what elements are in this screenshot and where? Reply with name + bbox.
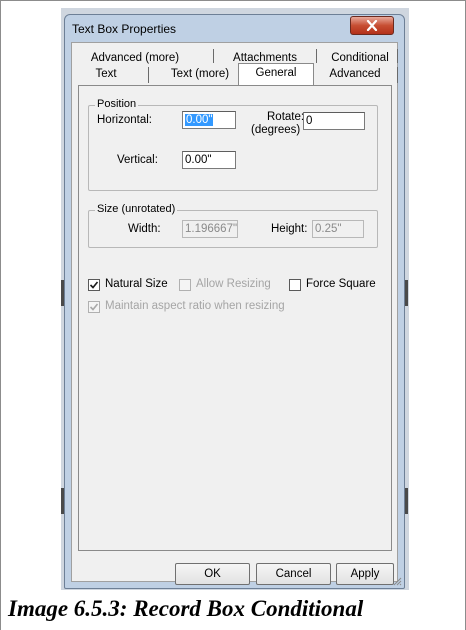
apply-button[interactable]: Apply xyxy=(336,563,394,585)
checkmark-icon xyxy=(89,281,99,289)
text-box-properties-dialog: Text Box Properties Advanced (more) Atta… xyxy=(64,14,405,589)
tab-separator xyxy=(397,49,398,63)
size-legend: Size (unrotated) xyxy=(95,203,178,215)
height-label: Height: xyxy=(271,223,308,235)
checkmark-icon xyxy=(89,303,99,311)
tab-separator xyxy=(148,67,149,83)
horizontal-input[interactable]: 0.00" xyxy=(182,111,236,129)
rotate-input[interactable]: 0 xyxy=(303,112,365,130)
tab-advanced-more[interactable]: Advanced (more) xyxy=(86,50,184,67)
close-icon xyxy=(366,20,378,31)
allow-resizing-checkbox[interactable] xyxy=(179,279,191,291)
rotate-label: Rotate: xyxy=(267,111,305,123)
width-input[interactable]: 1.196667" xyxy=(182,220,238,238)
tab-text-more[interactable]: Text (more) xyxy=(150,66,250,83)
tab-separator xyxy=(397,67,398,83)
force-square-label: Force Square xyxy=(306,278,376,290)
ok-button[interactable]: OK xyxy=(175,563,250,585)
maintain-aspect-checkbox[interactable] xyxy=(88,301,100,313)
horizontal-label: Horizontal: xyxy=(97,114,152,126)
figure-caption: Image 6.5.3: Record Box Conditional xyxy=(8,596,364,621)
height-input[interactable]: 0.25" xyxy=(312,220,364,238)
position-group: Position Horizontal: 0.00" Rotate: (degr… xyxy=(88,98,378,191)
position-legend: Position xyxy=(95,98,139,110)
width-label: Width: xyxy=(128,223,161,235)
force-square-checkbox[interactable] xyxy=(289,279,301,291)
title-bar[interactable]: Text Box Properties xyxy=(65,15,404,43)
cancel-button[interactable]: Cancel xyxy=(256,563,331,585)
natural-size-checkbox[interactable] xyxy=(88,279,100,291)
vertical-label: Vertical: xyxy=(117,154,158,166)
resize-grip-icon[interactable] xyxy=(392,576,402,586)
maintain-aspect-label: Maintain aspect ratio when resizing xyxy=(105,300,285,312)
allow-resizing-label: Allow Resizing xyxy=(196,278,271,290)
general-tab-panel: Position Horizontal: 0.00" Rotate: (degr… xyxy=(78,85,392,551)
close-button[interactable] xyxy=(350,16,394,35)
natural-size-label: Natural Size xyxy=(105,278,168,290)
tab-conditional[interactable]: Conditional xyxy=(324,50,396,67)
dialog-content: Advanced (more) Attachments Conditional … xyxy=(71,42,398,585)
size-group: Size (unrotated) Width: 1.196667" Height… xyxy=(88,203,378,248)
tab-separator xyxy=(316,49,317,63)
tab-text[interactable]: Text xyxy=(80,66,132,83)
window-title: Text Box Properties xyxy=(72,22,177,36)
tab-general[interactable]: General xyxy=(238,63,314,86)
tab-advanced[interactable]: Advanced xyxy=(315,66,395,83)
tab-separator xyxy=(213,49,214,63)
rotate-units-label: (degrees) xyxy=(251,124,301,136)
vertical-input[interactable]: 0.00" xyxy=(182,151,236,169)
